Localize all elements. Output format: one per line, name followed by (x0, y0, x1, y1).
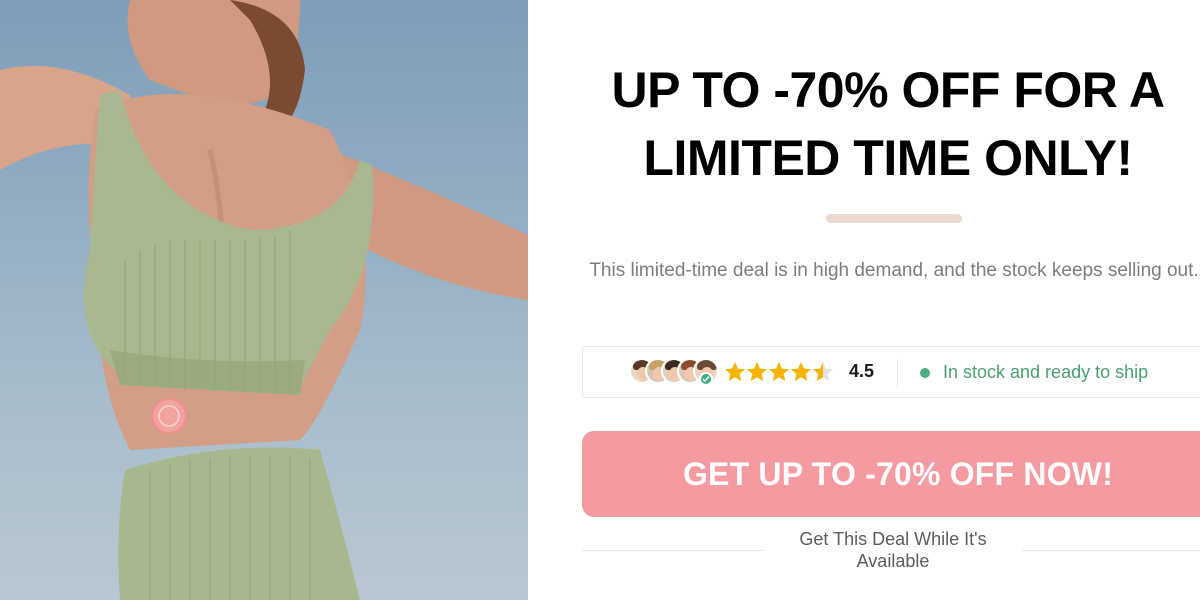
star-icon (813, 362, 833, 381)
offer-description: This limited-time deal is in high demand… (589, 260, 1199, 281)
customer-avatars (629, 358, 721, 386)
star-icon (725, 362, 745, 381)
headline-divider (826, 214, 962, 223)
footer-line-left (582, 550, 776, 551)
page-title: UP TO -70% OFF FOR A LIMITED TIME ONLY! (568, 56, 1200, 192)
footer-line-right (1012, 550, 1200, 551)
star-icon (791, 362, 811, 381)
star-icon (769, 362, 789, 381)
offer-panel: UP TO -70% OFF FOR A LIMITED TIME ONLY! … (528, 0, 1200, 600)
get-offer-button[interactable]: GET UP TO -70% OFF NOW! (582, 431, 1200, 517)
rating-stars (723, 360, 839, 386)
headline-line-2: LIMITED TIME ONLY! (643, 130, 1133, 186)
stock-status-dot (920, 368, 930, 378)
stock-status: In stock and ready to ship (943, 362, 1149, 382)
hero-image (0, 0, 528, 600)
patch-sticker-icon (151, 398, 187, 434)
trust-separator (897, 359, 898, 387)
woman-illustration (0, 0, 528, 600)
trust-bar: 4.5 In stock and ready to ship (582, 346, 1200, 398)
headline-line-1: UP TO -70% OFF FOR A (611, 62, 1165, 118)
star-icon (747, 362, 767, 381)
deal-availability-note: Get This Deal While It's Available (764, 528, 1022, 572)
rating-value: 4.5 (849, 361, 875, 381)
verified-check-icon (699, 372, 713, 386)
